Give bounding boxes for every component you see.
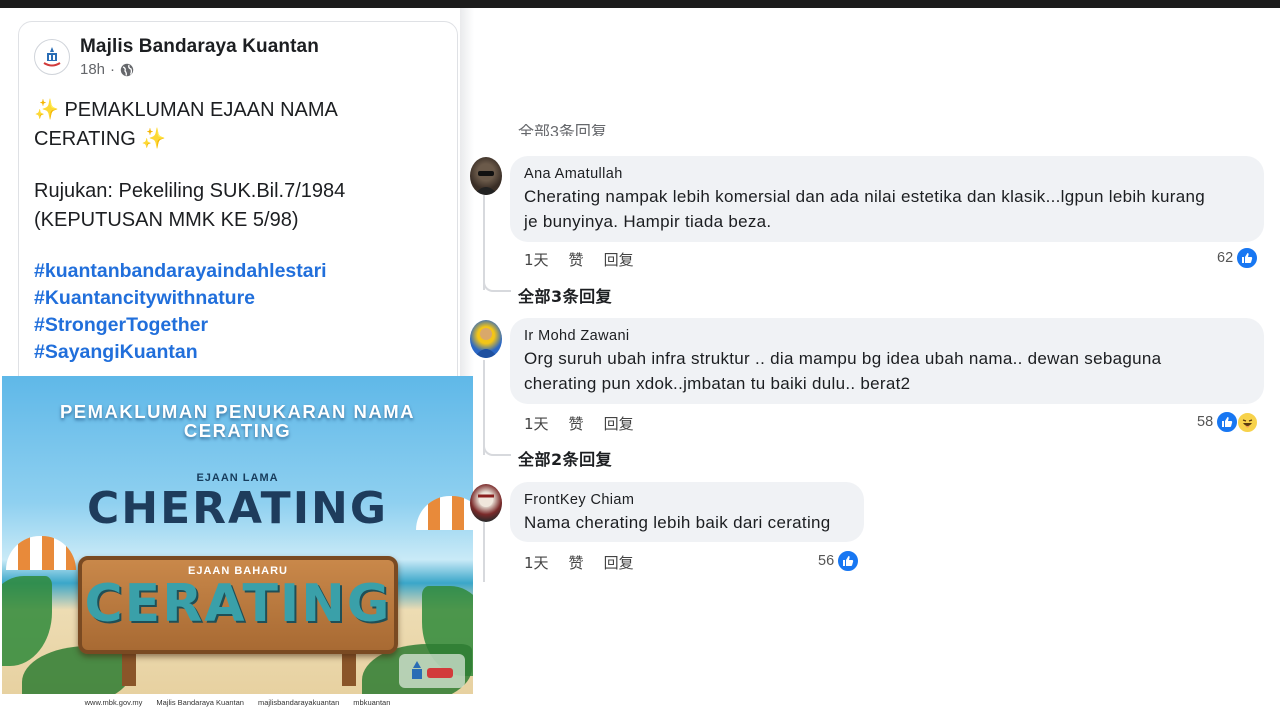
thumbs-up-icon bbox=[1236, 247, 1259, 269]
post-headline: ✨ PEMAKLUMAN EJAAN NAMA CERATING ✨ bbox=[34, 96, 444, 154]
comment-text: Nama cherating lebih baik dari cerating bbox=[524, 510, 850, 535]
user-photo-icon bbox=[474, 171, 498, 195]
footer-website: www.mbk.gov.my bbox=[84, 697, 143, 707]
footer-facebook: Majlis Bandaraya Kuantan bbox=[156, 697, 244, 707]
comment-text: Org suruh ubah infra struktur .. dia mam… bbox=[524, 346, 1250, 396]
hashtag-list: #kuantanbandarayaindahlestari #Kuantanci… bbox=[34, 258, 444, 366]
like-action[interactable]: 赞 bbox=[569, 552, 584, 573]
reply-action[interactable]: 回复 bbox=[604, 413, 634, 434]
mbk-logo-icon bbox=[399, 654, 465, 688]
thread-line bbox=[483, 522, 485, 582]
post-time-text[interactable]: 18h bbox=[80, 61, 105, 78]
hashtag-link[interactable]: #kuantanbandarayaindahlestari bbox=[34, 258, 444, 285]
page-avatar[interactable] bbox=[34, 39, 70, 75]
top-dark-bar bbox=[0, 0, 1280, 8]
commenter-avatar[interactable] bbox=[470, 157, 502, 195]
thread-connector bbox=[483, 440, 511, 456]
footer-instagram: majlisbandarayakuantan bbox=[257, 697, 340, 707]
footer-twitter: mbkuantan bbox=[353, 697, 391, 707]
comment-bubble: Ana Amatullah Cherating nampak lebih kom… bbox=[510, 156, 1264, 242]
palm-leaf-decoration bbox=[2, 576, 52, 666]
view-replies-link[interactable]: 全部3条回复 bbox=[518, 283, 612, 307]
poster-title: PEMAKLUMAN PENUKARAN NAMA CERATING bbox=[2, 402, 473, 440]
beach-umbrella-decoration bbox=[6, 536, 76, 570]
thread-connector bbox=[483, 276, 511, 292]
post-header: Majlis Bandaraya Kuantan 18h · bbox=[34, 36, 319, 78]
user-photo-icon bbox=[474, 328, 498, 358]
reference-line2: (KEPUTUSAN MMK KE 5/98) bbox=[34, 209, 299, 231]
comment-time[interactable]: 1天 bbox=[524, 552, 549, 573]
comment-text-line2: je bunyinya. Hampir tiada beza. bbox=[524, 212, 772, 231]
city-crest-icon bbox=[43, 47, 61, 67]
reaction-number: 56 bbox=[818, 553, 835, 569]
comment-text-line1: Cherating nampak lebih komersial dan ada… bbox=[524, 187, 1205, 206]
comment-author[interactable]: FrontKey Chiam bbox=[524, 492, 850, 508]
haha-emoji-icon bbox=[1237, 411, 1259, 433]
comment-time[interactable]: 1天 bbox=[524, 413, 549, 434]
post-image-poster[interactable]: PEMAKLUMAN PENUKARAN NAMA CERATING EJAAN… bbox=[2, 376, 473, 710]
post-headline-line2: CERATING bbox=[34, 128, 136, 150]
wooden-sign: EJAAN BAHARU CERATING bbox=[78, 556, 398, 654]
comment-text: Cherating nampak lebih komersial dan ada… bbox=[524, 184, 1250, 234]
comment-actions: 1天 赞 回复 bbox=[524, 413, 634, 434]
comment-author[interactable]: Ana Amatullah bbox=[524, 166, 1250, 182]
hashtag-link[interactable]: #Kuantancitywithnature bbox=[34, 285, 444, 312]
post-reference: Rujukan: Pekeliling SUK.Bil.7/1984 (KEPU… bbox=[34, 177, 444, 235]
comment-author[interactable]: Ir Mohd Zawani bbox=[524, 328, 1250, 344]
reply-action[interactable]: 回复 bbox=[604, 249, 634, 270]
view-replies-link[interactable]: 全部2条回复 bbox=[518, 446, 612, 470]
like-action[interactable]: 赞 bbox=[569, 413, 584, 434]
facebook-post-card: Majlis Bandaraya Kuantan 18h · ✨ PEMAKLU… bbox=[18, 21, 458, 421]
comment-bubble: Ir Mohd Zawani Org suruh ubah infra stru… bbox=[510, 318, 1264, 404]
reaction-number: 62 bbox=[1217, 250, 1234, 266]
cut-off-reply-link: 全部3条回复 bbox=[518, 124, 607, 136]
poster-title-line1: PEMAKLUMAN PENUKARAN NAMA bbox=[59, 401, 416, 422]
post-timestamp: 18h · bbox=[80, 61, 319, 78]
comment-text-line1: Org suruh ubah infra struktur .. dia mam… bbox=[524, 349, 1162, 368]
thumbs-up-icon bbox=[1216, 411, 1239, 433]
comment-time[interactable]: 1天 bbox=[524, 249, 549, 270]
globe-icon bbox=[120, 63, 134, 76]
reaction-count[interactable]: 58 bbox=[1197, 411, 1259, 433]
post-headline-line1: PEMAKLUMAN EJAAN NAMA bbox=[64, 99, 338, 121]
reaction-number: 58 bbox=[1197, 414, 1214, 430]
reaction-count[interactable]: 56 bbox=[818, 550, 860, 572]
comment-bubble: FrontKey Chiam Nama cherating lebih baik… bbox=[510, 482, 864, 542]
reference-line1: Rujukan: Pekeliling SUK.Bil.7/1984 bbox=[34, 180, 346, 202]
user-photo-icon bbox=[478, 493, 494, 507]
new-spelling-name: CERATING bbox=[84, 574, 392, 634]
comment-text-line2: cherating pun xdok..jmbatan tu baiki dul… bbox=[524, 374, 911, 393]
sparkles-icon: ✨ bbox=[34, 99, 59, 121]
comment-actions: 1天 赞 回复 bbox=[524, 249, 634, 270]
reaction-count[interactable]: 62 bbox=[1217, 247, 1259, 269]
old-spelling-name: CHERATING bbox=[86, 483, 388, 534]
poster-title-line2: CERATING bbox=[183, 420, 292, 441]
divider-shadow bbox=[460, 8, 474, 378]
post-body: ✨ PEMAKLUMAN EJAAN NAMA CERATING ✨ Rujuk… bbox=[34, 96, 444, 366]
thumbs-up-icon bbox=[837, 550, 860, 572]
comment-text-line1: Nama cherating lebih baik dari cerating bbox=[524, 513, 831, 532]
commenter-avatar[interactable] bbox=[470, 320, 502, 358]
commenter-avatar[interactable] bbox=[470, 484, 502, 522]
page-name[interactable]: Majlis Bandaraya Kuantan bbox=[80, 36, 319, 58]
like-action[interactable]: 赞 bbox=[569, 249, 584, 270]
comment-actions: 1天 赞 回复 bbox=[524, 552, 634, 573]
hashtag-link[interactable]: #StrongerTogether bbox=[34, 312, 444, 339]
reply-action[interactable]: 回复 bbox=[604, 552, 634, 573]
hashtag-link[interactable]: #SayangiKuantan bbox=[34, 339, 444, 366]
poster-footer: www.mbk.gov.my Majlis Bandaraya Kuantan … bbox=[2, 694, 473, 710]
sparkles-icon: ✨ bbox=[141, 128, 167, 150]
